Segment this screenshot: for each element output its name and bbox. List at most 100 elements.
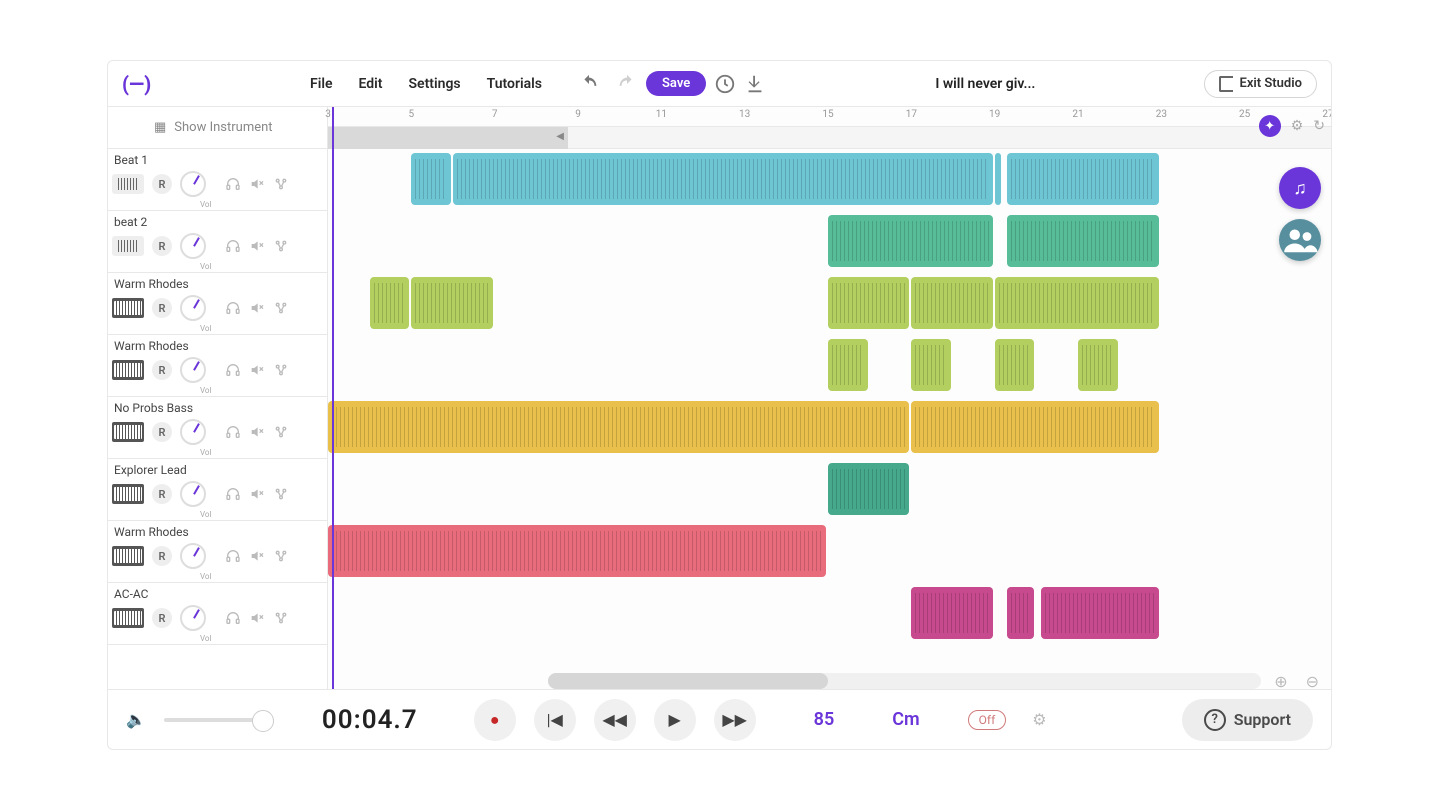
fx-icon[interactable]	[273, 238, 289, 254]
olive-clip[interactable]	[911, 277, 992, 329]
olive-clip[interactable]	[828, 339, 868, 391]
mag-clip[interactable]	[1041, 587, 1160, 639]
mute-icon[interactable]	[249, 300, 265, 316]
overview-scrollbar[interactable]	[328, 127, 1331, 149]
menu-file[interactable]: File	[310, 76, 333, 92]
skip-start-button[interactable]: |◀	[534, 699, 576, 741]
metronome-settings-icon[interactable]: ⚙	[1032, 710, 1046, 729]
keyboard-icon[interactable]	[112, 608, 144, 628]
keyboard-icon[interactable]	[112, 298, 144, 318]
waveform-icon[interactable]	[112, 236, 144, 256]
horizontal-scrollbar[interactable]	[548, 673, 1261, 689]
mute-icon[interactable]	[249, 610, 265, 626]
blue-clip[interactable]	[1007, 153, 1159, 205]
mute-icon[interactable]	[249, 362, 265, 378]
volume-knob[interactable]	[180, 419, 206, 445]
mag-clip[interactable]	[911, 587, 992, 639]
record-arm-button[interactable]: R	[152, 236, 172, 256]
blue-clip[interactable]	[453, 153, 993, 205]
mute-icon[interactable]	[249, 424, 265, 440]
fx-icon[interactable]	[273, 300, 289, 316]
record-arm-button[interactable]: R	[152, 546, 172, 566]
zoom-out-icon[interactable]: ⊖	[1306, 672, 1319, 689]
keyboard-icon[interactable]	[112, 484, 144, 504]
record-arm-button[interactable]: R	[152, 360, 172, 380]
undo-icon[interactable]	[578, 73, 600, 95]
teal-clip[interactable]	[828, 463, 909, 515]
track-header[interactable]: Explorer Lead R Vol	[108, 459, 327, 521]
play-button[interactable]: ▶	[654, 699, 696, 741]
headphones-icon[interactable]	[225, 300, 241, 316]
yellow-clip[interactable]	[911, 401, 1159, 453]
menu-edit[interactable]: Edit	[359, 76, 383, 92]
green-clip[interactable]	[828, 215, 993, 267]
waveform-icon[interactable]	[112, 174, 144, 194]
headphones-icon[interactable]	[225, 424, 241, 440]
save-button[interactable]: Save	[646, 71, 706, 96]
keyboard-icon[interactable]	[112, 422, 144, 442]
exit-studio-button[interactable]: Exit Studio	[1204, 70, 1317, 98]
volume-knob[interactable]	[180, 481, 206, 507]
olive-clip[interactable]	[995, 277, 1160, 329]
master-volume-icon[interactable]: 🔈	[126, 710, 146, 729]
fx-icon[interactable]	[273, 548, 289, 564]
timeline-settings-icon[interactable]: ⚙	[1291, 118, 1304, 134]
bar-ruler[interactable]: 3579111315171921232527	[328, 107, 1331, 127]
fx-icon[interactable]	[273, 610, 289, 626]
record-arm-button[interactable]: R	[152, 174, 172, 194]
record-button[interactable]: ●	[474, 699, 516, 741]
green-clip[interactable]	[1007, 215, 1159, 267]
headphones-icon[interactable]	[225, 548, 241, 564]
volume-knob[interactable]	[180, 233, 206, 259]
tempo-display[interactable]: 85	[814, 709, 835, 730]
volume-knob[interactable]	[180, 357, 206, 383]
keyboard-icon[interactable]	[112, 360, 144, 380]
clip-area[interactable]	[328, 149, 1331, 689]
track-header[interactable]: Warm Rhodes R Vol	[108, 521, 327, 583]
track-header[interactable]: No Probs Bass R Vol	[108, 397, 327, 459]
fx-icon[interactable]	[273, 362, 289, 378]
olive-clip[interactable]	[995, 339, 1035, 391]
record-arm-button[interactable]: R	[152, 422, 172, 442]
fx-icon[interactable]	[273, 424, 289, 440]
headphones-icon[interactable]	[225, 486, 241, 502]
mute-icon[interactable]	[249, 238, 265, 254]
fx-icon[interactable]	[273, 176, 289, 192]
olive-clip[interactable]	[911, 339, 951, 391]
time-display[interactable]: 00:04.7	[322, 705, 418, 735]
app-logo[interactable]: (—)	[122, 72, 162, 96]
key-display[interactable]: Cm	[892, 709, 919, 730]
mute-icon[interactable]	[249, 548, 265, 564]
support-button[interactable]: Support	[1182, 699, 1313, 741]
red-clip[interactable]	[328, 525, 826, 577]
mute-icon[interactable]	[249, 486, 265, 502]
record-arm-button[interactable]: R	[152, 298, 172, 318]
headphones-icon[interactable]	[225, 362, 241, 378]
fx-icon[interactable]	[273, 486, 289, 502]
blue-clip[interactable]	[995, 153, 1001, 205]
track-header[interactable]: Warm Rhodes R Vol	[108, 335, 327, 397]
olive-clip[interactable]	[828, 277, 909, 329]
volume-knob[interactable]	[180, 295, 206, 321]
yellow-clip[interactable]	[328, 401, 909, 453]
library-fab[interactable]: ♫	[1279, 167, 1321, 209]
mute-icon[interactable]	[249, 176, 265, 192]
track-header[interactable]: Warm Rhodes R Vol	[108, 273, 327, 335]
menu-settings[interactable]: Settings	[409, 76, 461, 92]
olive-clip[interactable]	[370, 277, 410, 329]
horizontal-scrollbar-thumb[interactable]	[548, 673, 828, 689]
timeline[interactable]: 3579111315171921232527 ✦ ⚙ ↻ ♫ ⊕	[328, 107, 1331, 689]
volume-knob[interactable]	[180, 543, 206, 569]
download-icon[interactable]	[744, 73, 766, 95]
headphones-icon[interactable]	[225, 176, 241, 192]
olive-clip[interactable]	[411, 277, 492, 329]
headphones-icon[interactable]	[225, 238, 241, 254]
project-title[interactable]: I will never giv...	[935, 76, 1035, 92]
redo-icon[interactable]	[616, 73, 638, 95]
rewind-button[interactable]: ◀◀	[594, 699, 636, 741]
track-header[interactable]: AC-AC R Vol	[108, 583, 327, 645]
record-arm-button[interactable]: R	[152, 608, 172, 628]
show-instrument-toggle[interactable]: ▦ Show Instrument	[108, 107, 327, 149]
playhead[interactable]	[332, 107, 334, 689]
track-header[interactable]: beat 2 R Vol	[108, 211, 327, 273]
